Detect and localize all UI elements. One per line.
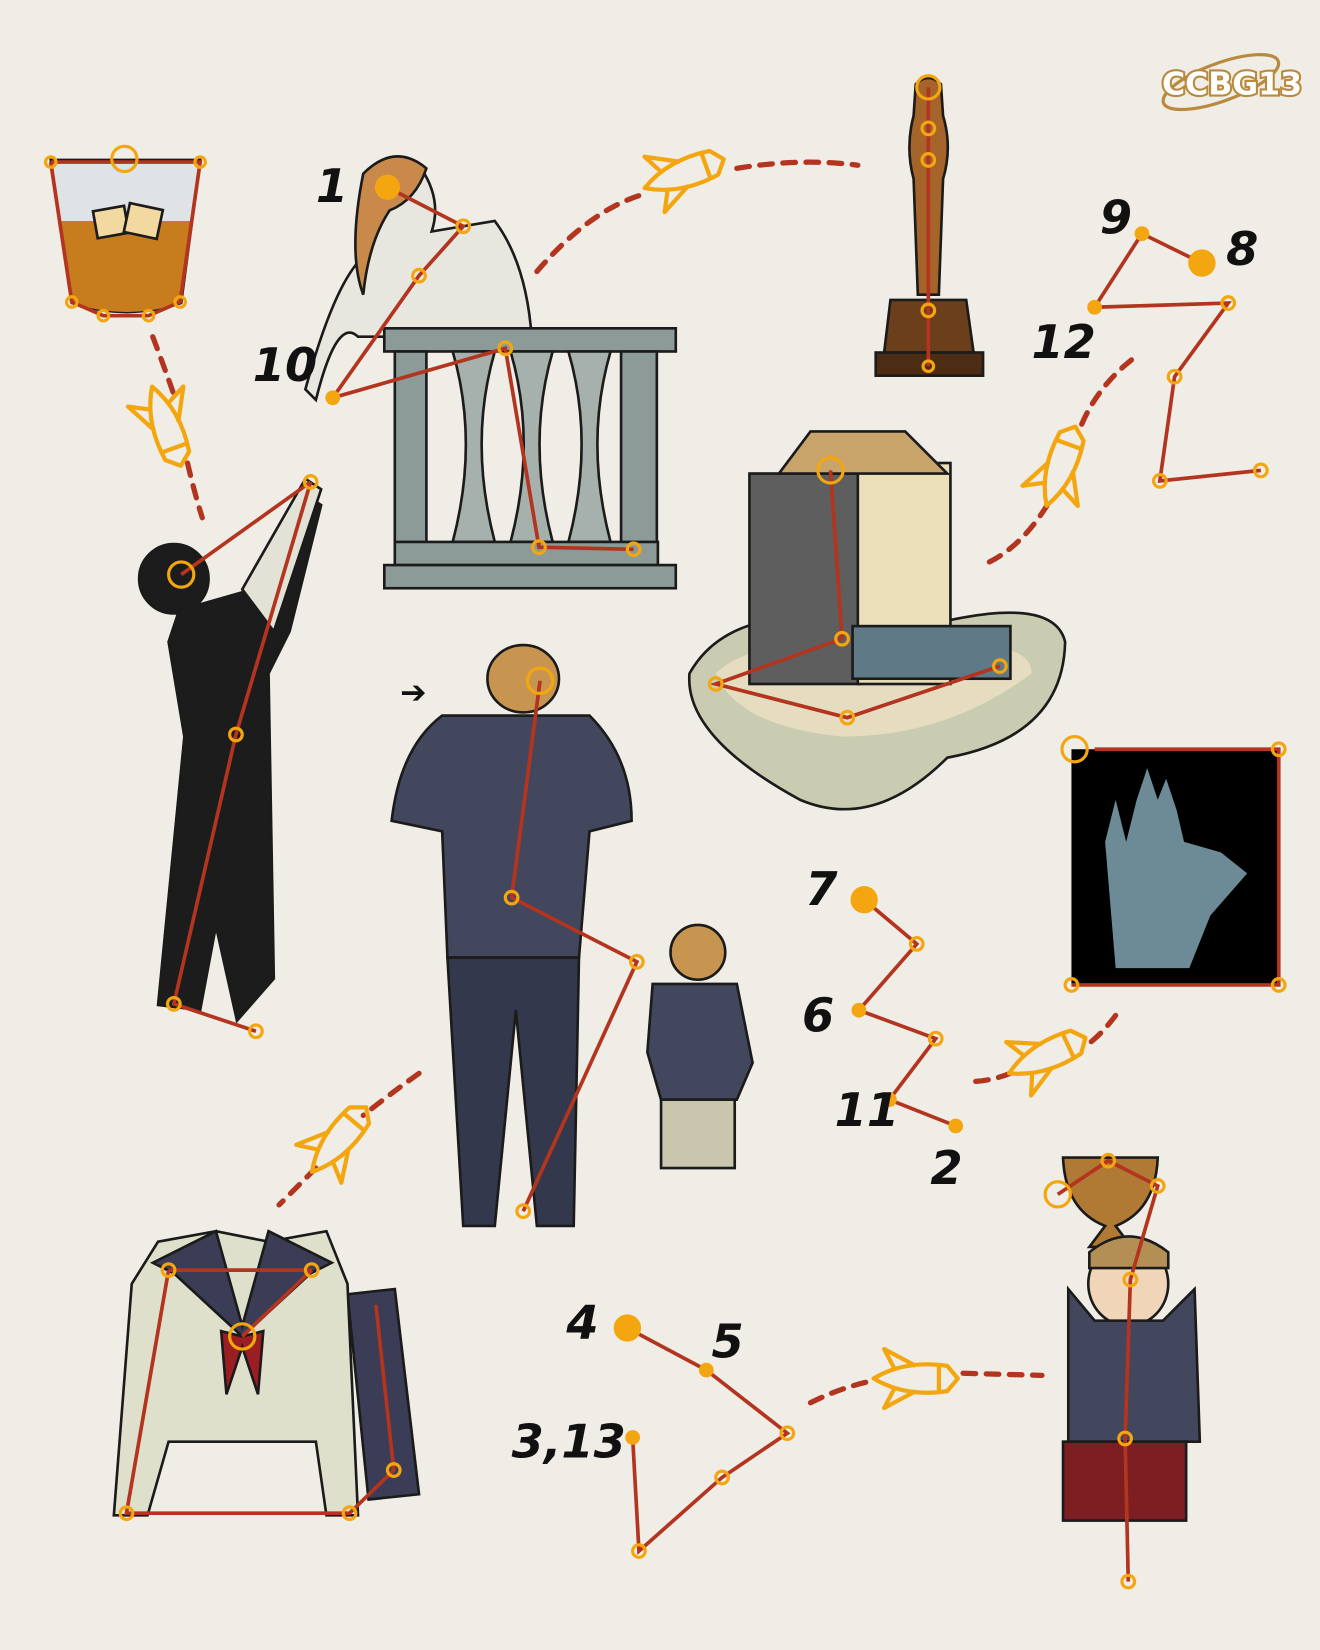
label-2: 2 [930, 1141, 962, 1195]
arrow-icon: ➔ [400, 675, 426, 711]
hand-xray [1060, 735, 1287, 993]
hotel-island [688, 430, 1067, 811]
label-10: 10 [253, 338, 317, 392]
illustration-canvas: CCBG13 ➔ 1 10 9 8 12 7 6 11 2 4 5 3,13 [0, 0, 1320, 1650]
constellation-illustration: CCBG13 ➔ 1 10 9 8 12 7 6 11 2 4 5 3,13 [43, 53, 1304, 1590]
label-3-13: 3,13 [512, 1414, 626, 1468]
man-and-boy [390, 643, 754, 1228]
label-12: 12 [1031, 315, 1095, 369]
constellation-bottom [613, 1314, 796, 1559]
man-in-vest [137, 474, 323, 1040]
rocket-icon [642, 148, 726, 215]
label-8: 8 [1226, 222, 1258, 276]
rocket-icon [1004, 1028, 1088, 1098]
boy-with-trophy [1043, 1152, 1202, 1590]
label-7: 7 [805, 862, 838, 916]
woman-on-balcony [303, 155, 678, 590]
label-5: 5 [712, 1314, 744, 1368]
rocket-icon [1020, 424, 1086, 509]
rocket-icon [871, 1346, 960, 1411]
sailor-uniform [112, 1229, 421, 1522]
label-6: 6 [802, 988, 834, 1042]
ccbg13-logo: CCBG13 [1160, 53, 1304, 112]
whisky-glass [43, 144, 207, 323]
svg-text:CCBG13: CCBG13 [1162, 67, 1302, 103]
label-9: 9 [1100, 191, 1132, 245]
label-11: 11 [835, 1083, 899, 1137]
label-1: 1 [316, 159, 348, 213]
oscar-statue [874, 74, 985, 377]
label-4: 4 [565, 1296, 598, 1350]
rocket-icon [125, 384, 192, 468]
